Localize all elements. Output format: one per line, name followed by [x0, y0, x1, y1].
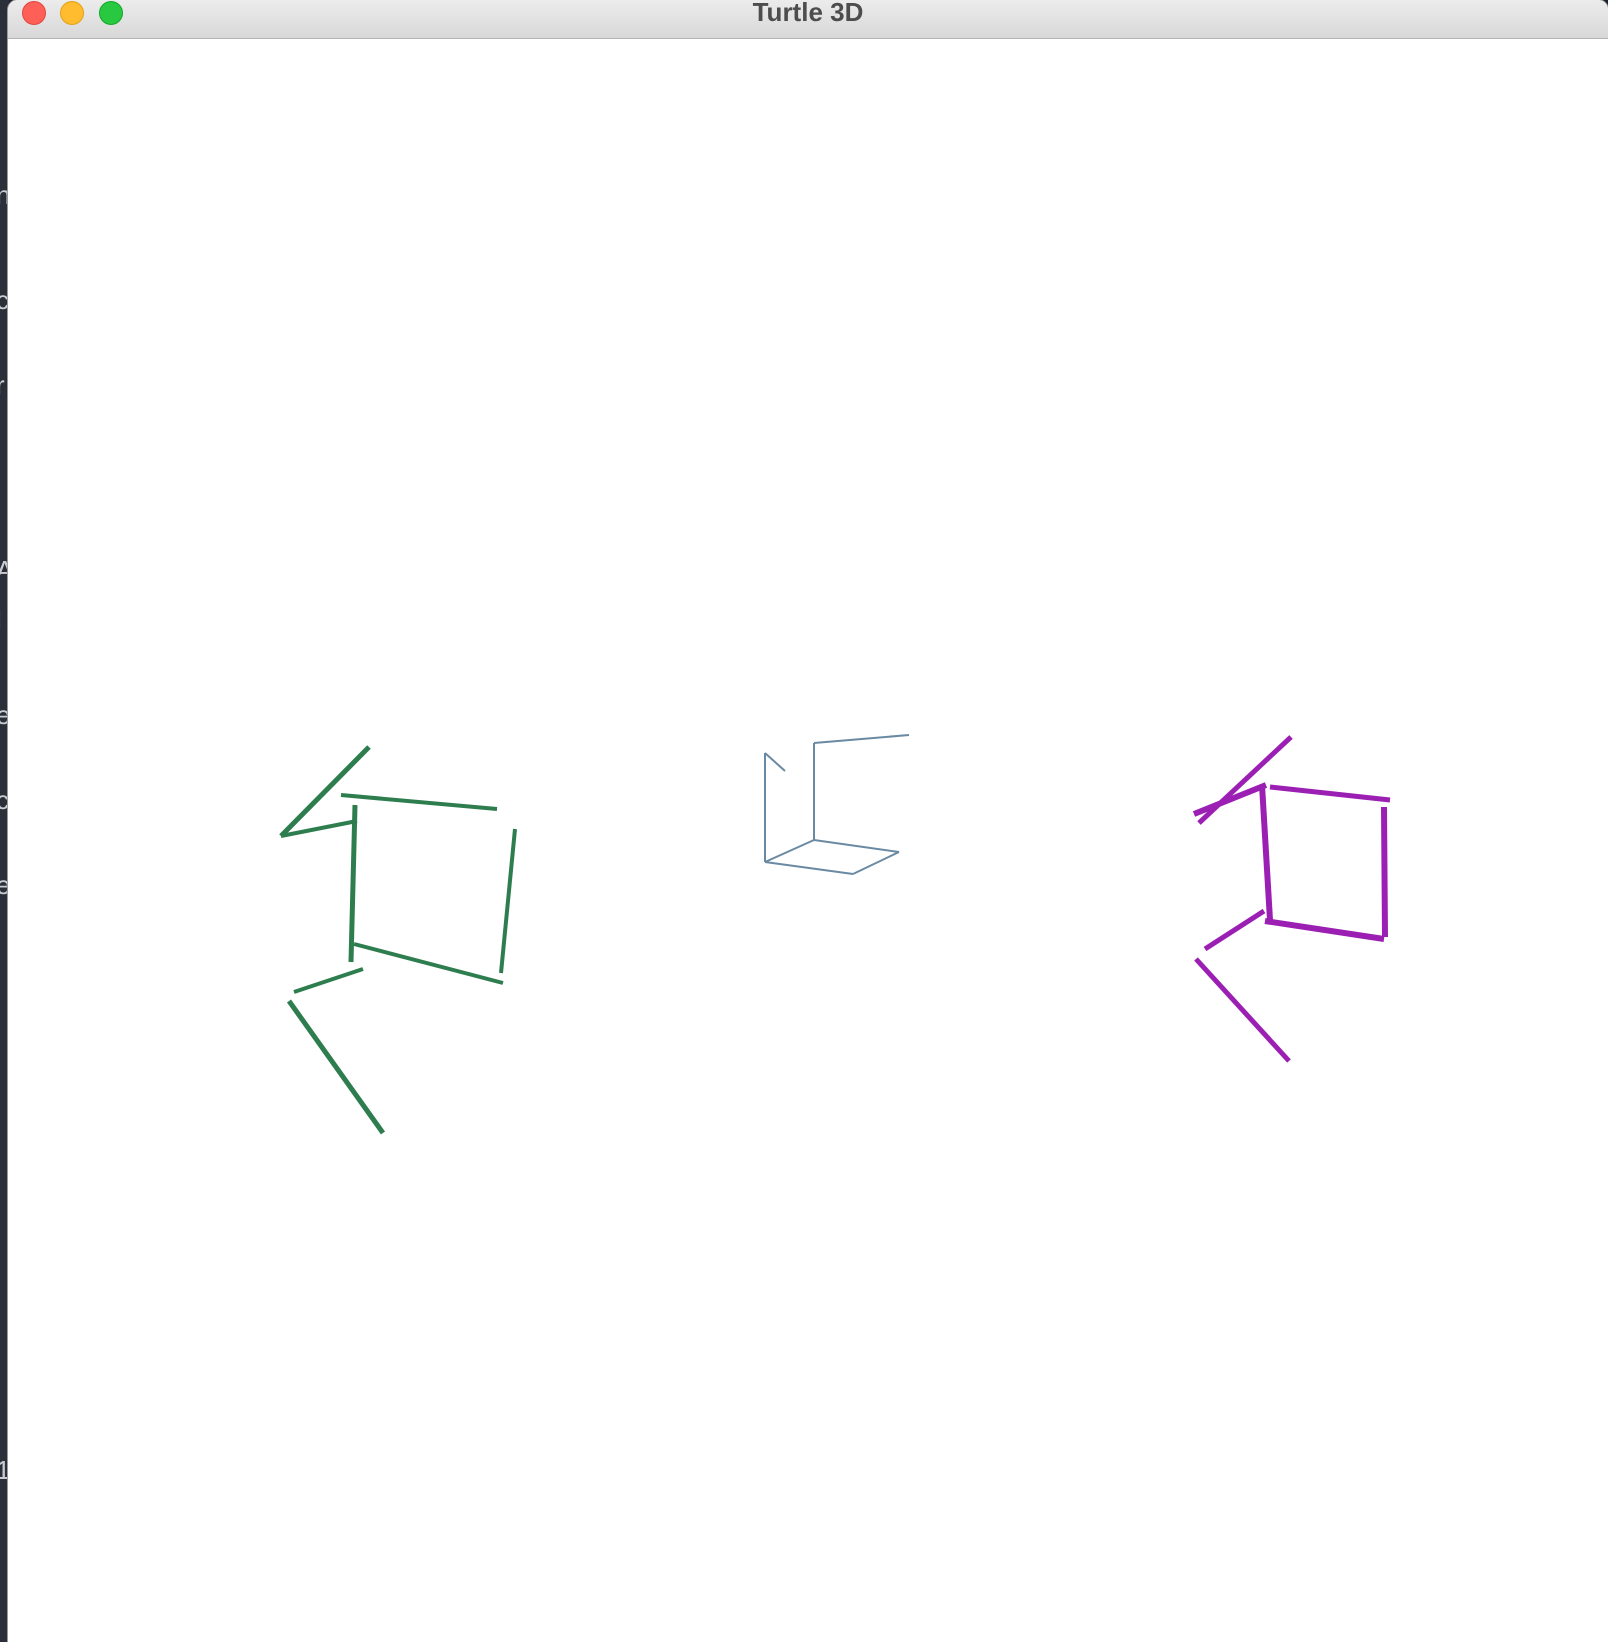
center-figure-stroke — [852, 851, 900, 875]
right-figure-stroke — [1259, 784, 1273, 921]
left-figure — [279, 745, 517, 1135]
right-figure-stroke — [1269, 784, 1391, 803]
left-figure-stroke — [499, 828, 517, 974]
turtle-3d-window: Turtle 3D — [8, 0, 1608, 1642]
title-bar[interactable]: Turtle 3D — [8, 0, 1608, 39]
center-figure-stroke — [764, 839, 815, 863]
center-figure-stroke — [813, 734, 910, 744]
center-figure-stroke — [764, 861, 854, 875]
right-figure-stroke — [1381, 806, 1388, 938]
right-figure — [1192, 735, 1391, 1063]
right-figure-stroke — [1264, 918, 1385, 942]
center-figure — [764, 734, 910, 875]
center-figure-stroke — [764, 752, 786, 772]
right-figure-stroke — [1194, 957, 1291, 1063]
right-figure-stroke — [1203, 908, 1266, 952]
left-figure-stroke — [353, 942, 504, 985]
right-figure-stroke — [1197, 735, 1293, 825]
window-title: Turtle 3D — [752, 0, 864, 27]
left-figure-stroke — [286, 999, 386, 1135]
left-figure-stroke — [293, 967, 364, 994]
drawing-canvas[interactable] — [8, 39, 1608, 1642]
left-figure-stroke — [348, 804, 358, 963]
right-figure-stroke — [1192, 782, 1268, 817]
center-figure-stroke — [813, 839, 900, 853]
left-figure-stroke — [340, 793, 498, 811]
